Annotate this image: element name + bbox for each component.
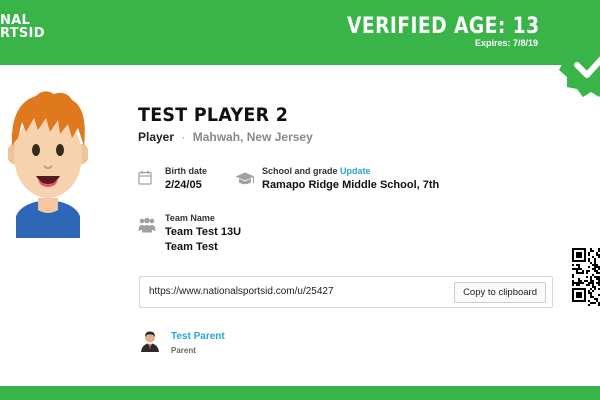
parent-role: Parent [171, 346, 196, 355]
birth-date-label: Birth date [165, 166, 208, 176]
player-avatar [8, 91, 88, 238]
graduation-cap-icon [235, 172, 255, 185]
expiration-date: Expires: 7/8/19 [474, 38, 538, 48]
parent-avatar[interactable] [140, 330, 160, 352]
checkmark-seal-icon [559, 32, 600, 97]
logo-line-2: RTSID [0, 26, 45, 41]
team-name-1: Team Test 13U [165, 226, 242, 238]
footer-band [0, 386, 600, 400]
qr-code [572, 248, 600, 306]
profile-url[interactable]: https://www.nationalsportsid.com/u/25427 [149, 286, 334, 297]
school-update-link[interactable]: Update [340, 166, 371, 176]
player-location: Mahwah, New Jersey [192, 130, 313, 144]
separator-dot: · [181, 130, 186, 144]
birth-date-value: 2/24/05 [165, 179, 202, 191]
player-role: Player [138, 130, 175, 144]
school-label-row: School and grade Update [262, 166, 371, 176]
parent-name-link[interactable]: Test Parent [171, 331, 225, 342]
calendar-icon [138, 170, 152, 185]
player-subtitle: Player · Mahwah, New Jersey [138, 130, 313, 144]
verified-age-heading: VERIFIED AGE: 13 [347, 14, 540, 39]
brand-logo[interactable]: NAL RTSID [0, 14, 45, 40]
team-name-label: Team Name [165, 213, 215, 223]
school-value: Ramapo Ridge Middle School, 7th [262, 179, 440, 191]
school-label: School and grade [262, 166, 338, 176]
copy-to-clipboard-button[interactable]: Copy to clipboard [454, 282, 546, 303]
team-name-2: Team Test [165, 241, 218, 253]
profile-url-box: https://www.nationalsportsid.com/u/25427… [139, 276, 553, 308]
player-name: TEST PLAYER 2 [138, 104, 289, 126]
team-icon [138, 217, 156, 233]
